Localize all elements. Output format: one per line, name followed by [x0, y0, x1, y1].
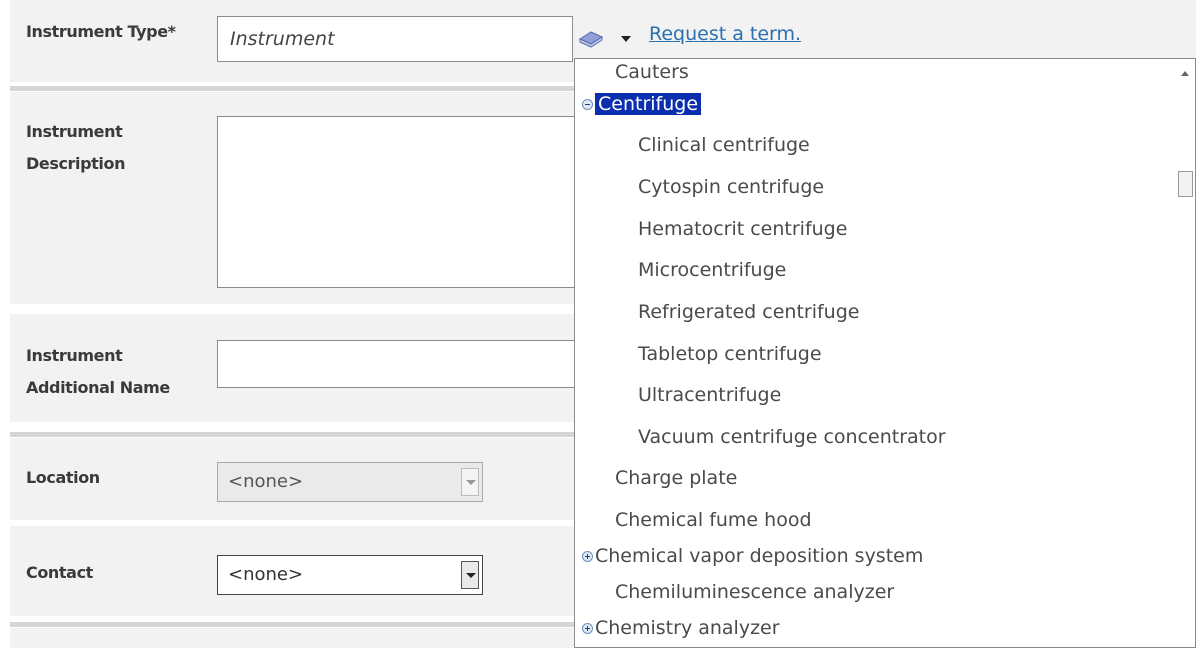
instrument-additional-name-input[interactable] [217, 340, 577, 388]
instrument-type-label: Instrument Type* [26, 22, 176, 41]
instrument-description-label-line1: Instrument [26, 122, 123, 141]
tree-item[interactable]: Chemiluminescence analyzer [615, 577, 894, 607]
tree-item-label: Clinical centrifuge [638, 134, 810, 156]
contact-label: Contact [26, 563, 93, 582]
location-label: Location [26, 468, 100, 487]
location-select-chevron-down-icon[interactable] [461, 468, 479, 496]
tree-item-label: Cauters [615, 61, 689, 83]
tree-item[interactable]: Ultracentrifuge [638, 380, 781, 410]
instrument-additional-name-label-line1: Instrument [26, 346, 123, 365]
tree-item-label: Hematocrit centrifuge [638, 218, 848, 240]
instrument-additional-name-label-line2: Additional Name [26, 378, 170, 397]
tree-item[interactable]: Clinical centrifuge [638, 130, 810, 160]
tree-item[interactable]: Cauters [615, 59, 689, 87]
tree-item[interactable]: Vacuum centrifuge concentrator [638, 422, 946, 452]
dropdown-scrollbar[interactable] [1175, 59, 1195, 647]
collapse-minus-icon[interactable] [582, 99, 593, 110]
tree-item-label: Chemical fume hood [615, 509, 812, 531]
instrument-description-textarea[interactable] [217, 116, 577, 288]
tree-item-label: Ultracentrifuge [638, 384, 782, 406]
tree-item-label: Centrifuge [595, 93, 702, 115]
tree-item-label: Charge plate [615, 467, 738, 489]
tree-item-label: Cytospin centrifuge [638, 176, 825, 198]
tree-item-label: Chemistry analyzer [595, 617, 780, 639]
term-dropdown[interactable]: Cauters Centrifuge Clinical centrifuge Cyto… [574, 58, 1196, 648]
tree-item[interactable]: Cytospin centrifuge [638, 172, 824, 202]
tree-item[interactable]: Charge plate [615, 463, 737, 493]
expand-plus-icon[interactable] [582, 623, 593, 634]
scroll-up-arrow-icon[interactable] [1181, 71, 1189, 76]
tree-item[interactable]: Chemical vapor deposition system [582, 541, 924, 571]
tree-item[interactable]: Chemical fume hood [615, 505, 812, 535]
expand-plus-icon[interactable] [582, 551, 593, 562]
tree-item-label: Refrigerated centrifuge [638, 301, 860, 323]
ontology-book-icon[interactable] [578, 30, 604, 48]
scroll-thumb[interactable] [1178, 171, 1193, 197]
tree-item-label: Chemical vapor deposition system [595, 545, 924, 567]
instrument-type-input[interactable]: Instrument [217, 16, 573, 62]
instrument-type-value: Instrument [230, 28, 335, 50]
tree-item-label: Tabletop centrifuge [638, 343, 822, 365]
tree-item[interactable]: Tabletop centrifuge [638, 339, 822, 369]
location-select[interactable]: <none> [217, 462, 483, 502]
tree-item[interactable]: Chemistry analyzer [582, 613, 780, 643]
location-select-value: <none> [228, 471, 304, 492]
instrument-description-label-line2: Description [26, 154, 126, 173]
tree-item-label: Microcentrifuge [638, 259, 787, 281]
tree-item[interactable]: Refrigerated centrifuge [638, 297, 859, 327]
contact-select[interactable]: <none> [217, 555, 483, 595]
request-term-link[interactable]: Request a term. [649, 20, 801, 48]
term-tree-list: Cauters Centrifuge Clinical centrifuge Cyto… [575, 59, 1175, 647]
ontology-dropdown-caret-icon[interactable] [621, 36, 631, 42]
tree-item[interactable]: Microcentrifuge [638, 255, 786, 285]
tree-item[interactable]: Centrifuge [582, 89, 702, 119]
tree-item-label: Chemiluminescence analyzer [615, 581, 895, 603]
tree-item-label: Vacuum centrifuge concentrator [638, 426, 946, 448]
contact-select-chevron-down-icon[interactable] [461, 561, 479, 589]
tree-item[interactable]: Hematocrit centrifuge [638, 214, 847, 244]
contact-select-value: <none> [228, 564, 304, 585]
